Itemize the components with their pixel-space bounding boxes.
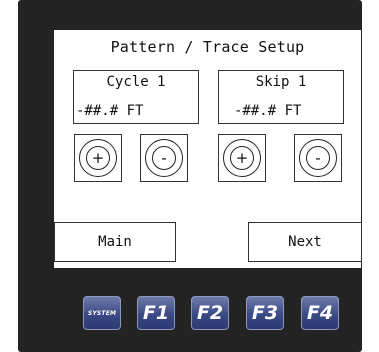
cycle-label: Cycle 1 [106, 74, 166, 90]
decrement-ring-icon: - [299, 139, 337, 177]
f1-key[interactable]: F1 [137, 296, 175, 330]
decrement-ring-icon: - [145, 139, 183, 177]
cycle-decrement-button[interactable]: - [140, 134, 188, 182]
device-bezel: Pattern / Trace Setup Cycle 1 -##.# FT S… [18, 0, 362, 352]
next-button[interactable]: Next [248, 222, 362, 262]
f4-key[interactable]: F4 [301, 296, 339, 330]
minus-icon: - [152, 146, 176, 170]
skip-value: -##.# FT [234, 103, 302, 119]
plus-icon: + [86, 146, 110, 170]
page-title: Pattern / Trace Setup [110, 38, 305, 56]
main-button[interactable]: Main [54, 222, 176, 262]
system-key[interactable]: SYSTEM [83, 296, 121, 330]
increment-ring-icon: + [223, 139, 261, 177]
skip-decrement-button[interactable]: - [294, 134, 342, 182]
skip-increment-button[interactable]: + [218, 134, 266, 182]
display-screen: Pattern / Trace Setup Cycle 1 -##.# FT S… [54, 30, 362, 268]
plus-icon: + [230, 146, 254, 170]
cycle-value: -##.# FT [76, 103, 144, 119]
f3-key[interactable]: F3 [246, 296, 284, 330]
cycle-increment-button[interactable]: + [74, 134, 122, 182]
increment-ring-icon: + [79, 139, 117, 177]
minus-icon: - [306, 146, 330, 170]
f2-key[interactable]: F2 [191, 296, 229, 330]
skip-readout: Skip 1 -##.# FT [218, 70, 344, 124]
cycle-readout: Cycle 1 -##.# FT [73, 70, 199, 124]
skip-label: Skip 1 [255, 74, 307, 90]
